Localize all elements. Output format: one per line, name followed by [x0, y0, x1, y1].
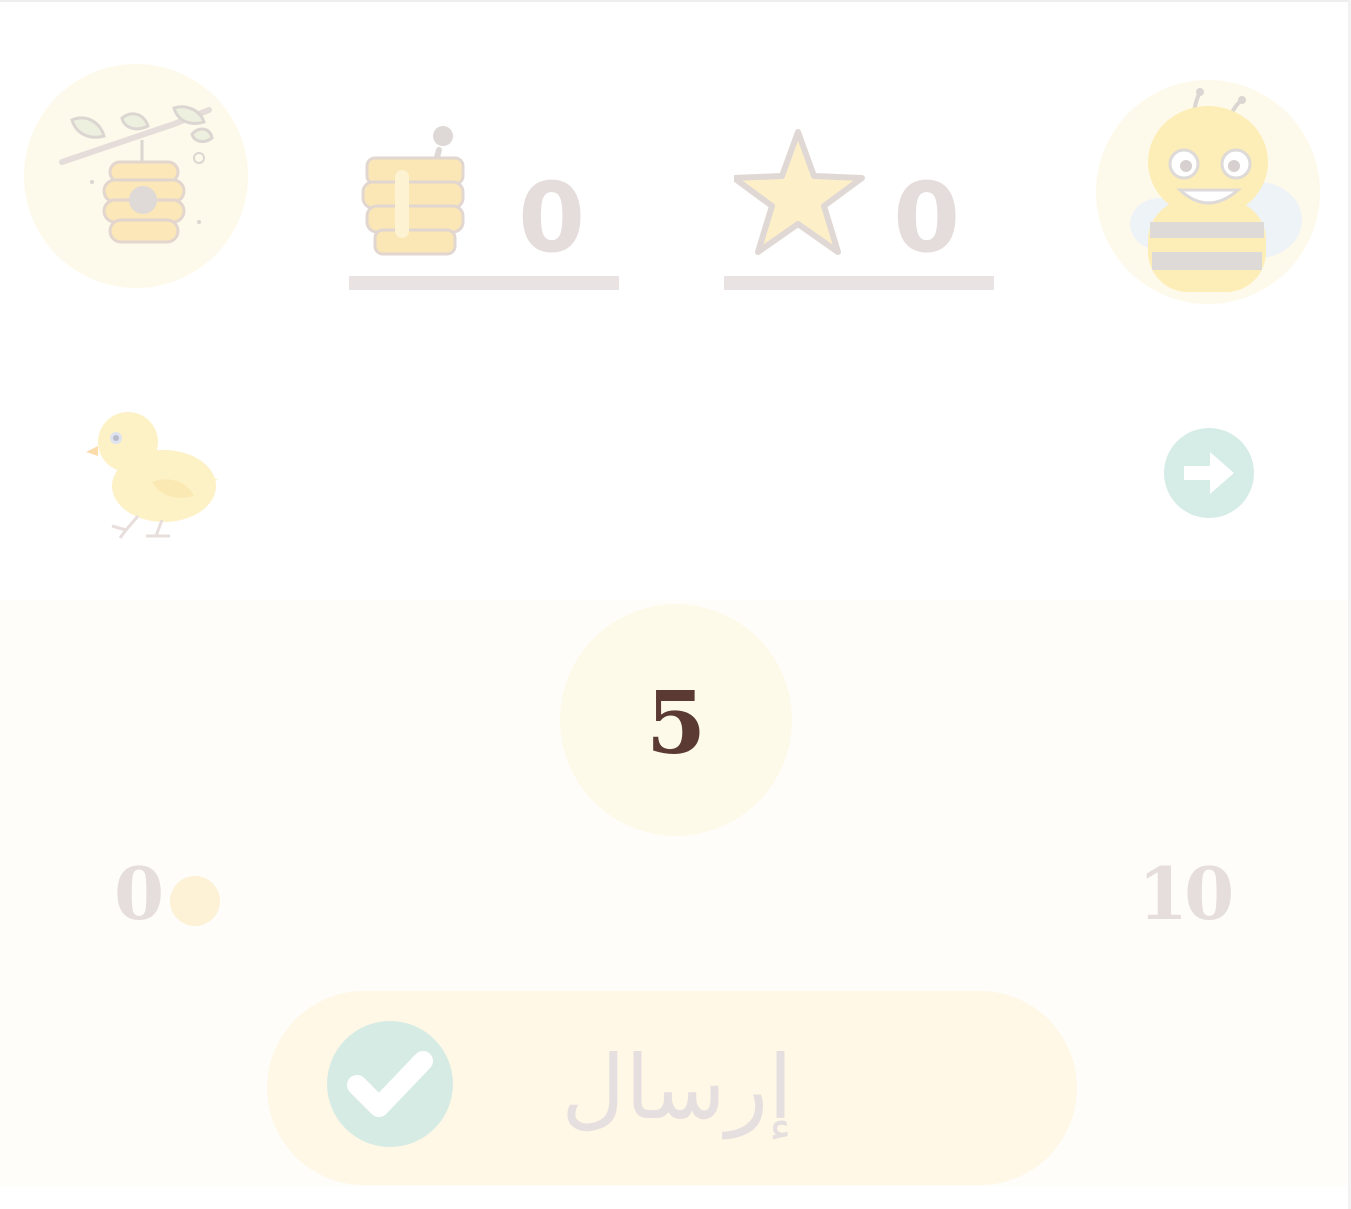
slider-thumb[interactable] [170, 876, 220, 926]
checkmark-icon [347, 1051, 433, 1117]
slider-current-value: 5 [646, 673, 706, 774]
slider-track[interactable] [170, 900, 1170, 902]
slider-value-bubble: 5 [560, 604, 792, 836]
honey-underline [349, 276, 619, 290]
next-button[interactable] [1164, 428, 1254, 518]
submit-button[interactable]: إرسال [267, 991, 1077, 1185]
arrow-right-circle-icon [1184, 452, 1234, 494]
slider-min-label: 0 [114, 851, 165, 936]
honey-counter: 0 [349, 120, 619, 290]
star-icon [734, 129, 865, 255]
submit-check-badge [327, 1021, 453, 1147]
submit-label: إرسال [561, 1036, 793, 1139]
answer-panel: 5 0 10 إرسال [0, 600, 1347, 1186]
star-counter: 0 [724, 120, 994, 290]
honey-pot-icon [361, 126, 465, 256]
beehive-icon [59, 105, 214, 244]
bee-avatar [1096, 80, 1320, 304]
top-border [0, 0, 1351, 2]
honey-count: 0 [518, 162, 585, 274]
bee-mascot-icon [1130, 88, 1302, 292]
star-underline [724, 276, 994, 290]
slider-max-label: 10 [1138, 851, 1234, 936]
chick-icon [86, 412, 218, 539]
star-count: 0 [893, 162, 960, 274]
beehive-avatar [24, 64, 248, 288]
